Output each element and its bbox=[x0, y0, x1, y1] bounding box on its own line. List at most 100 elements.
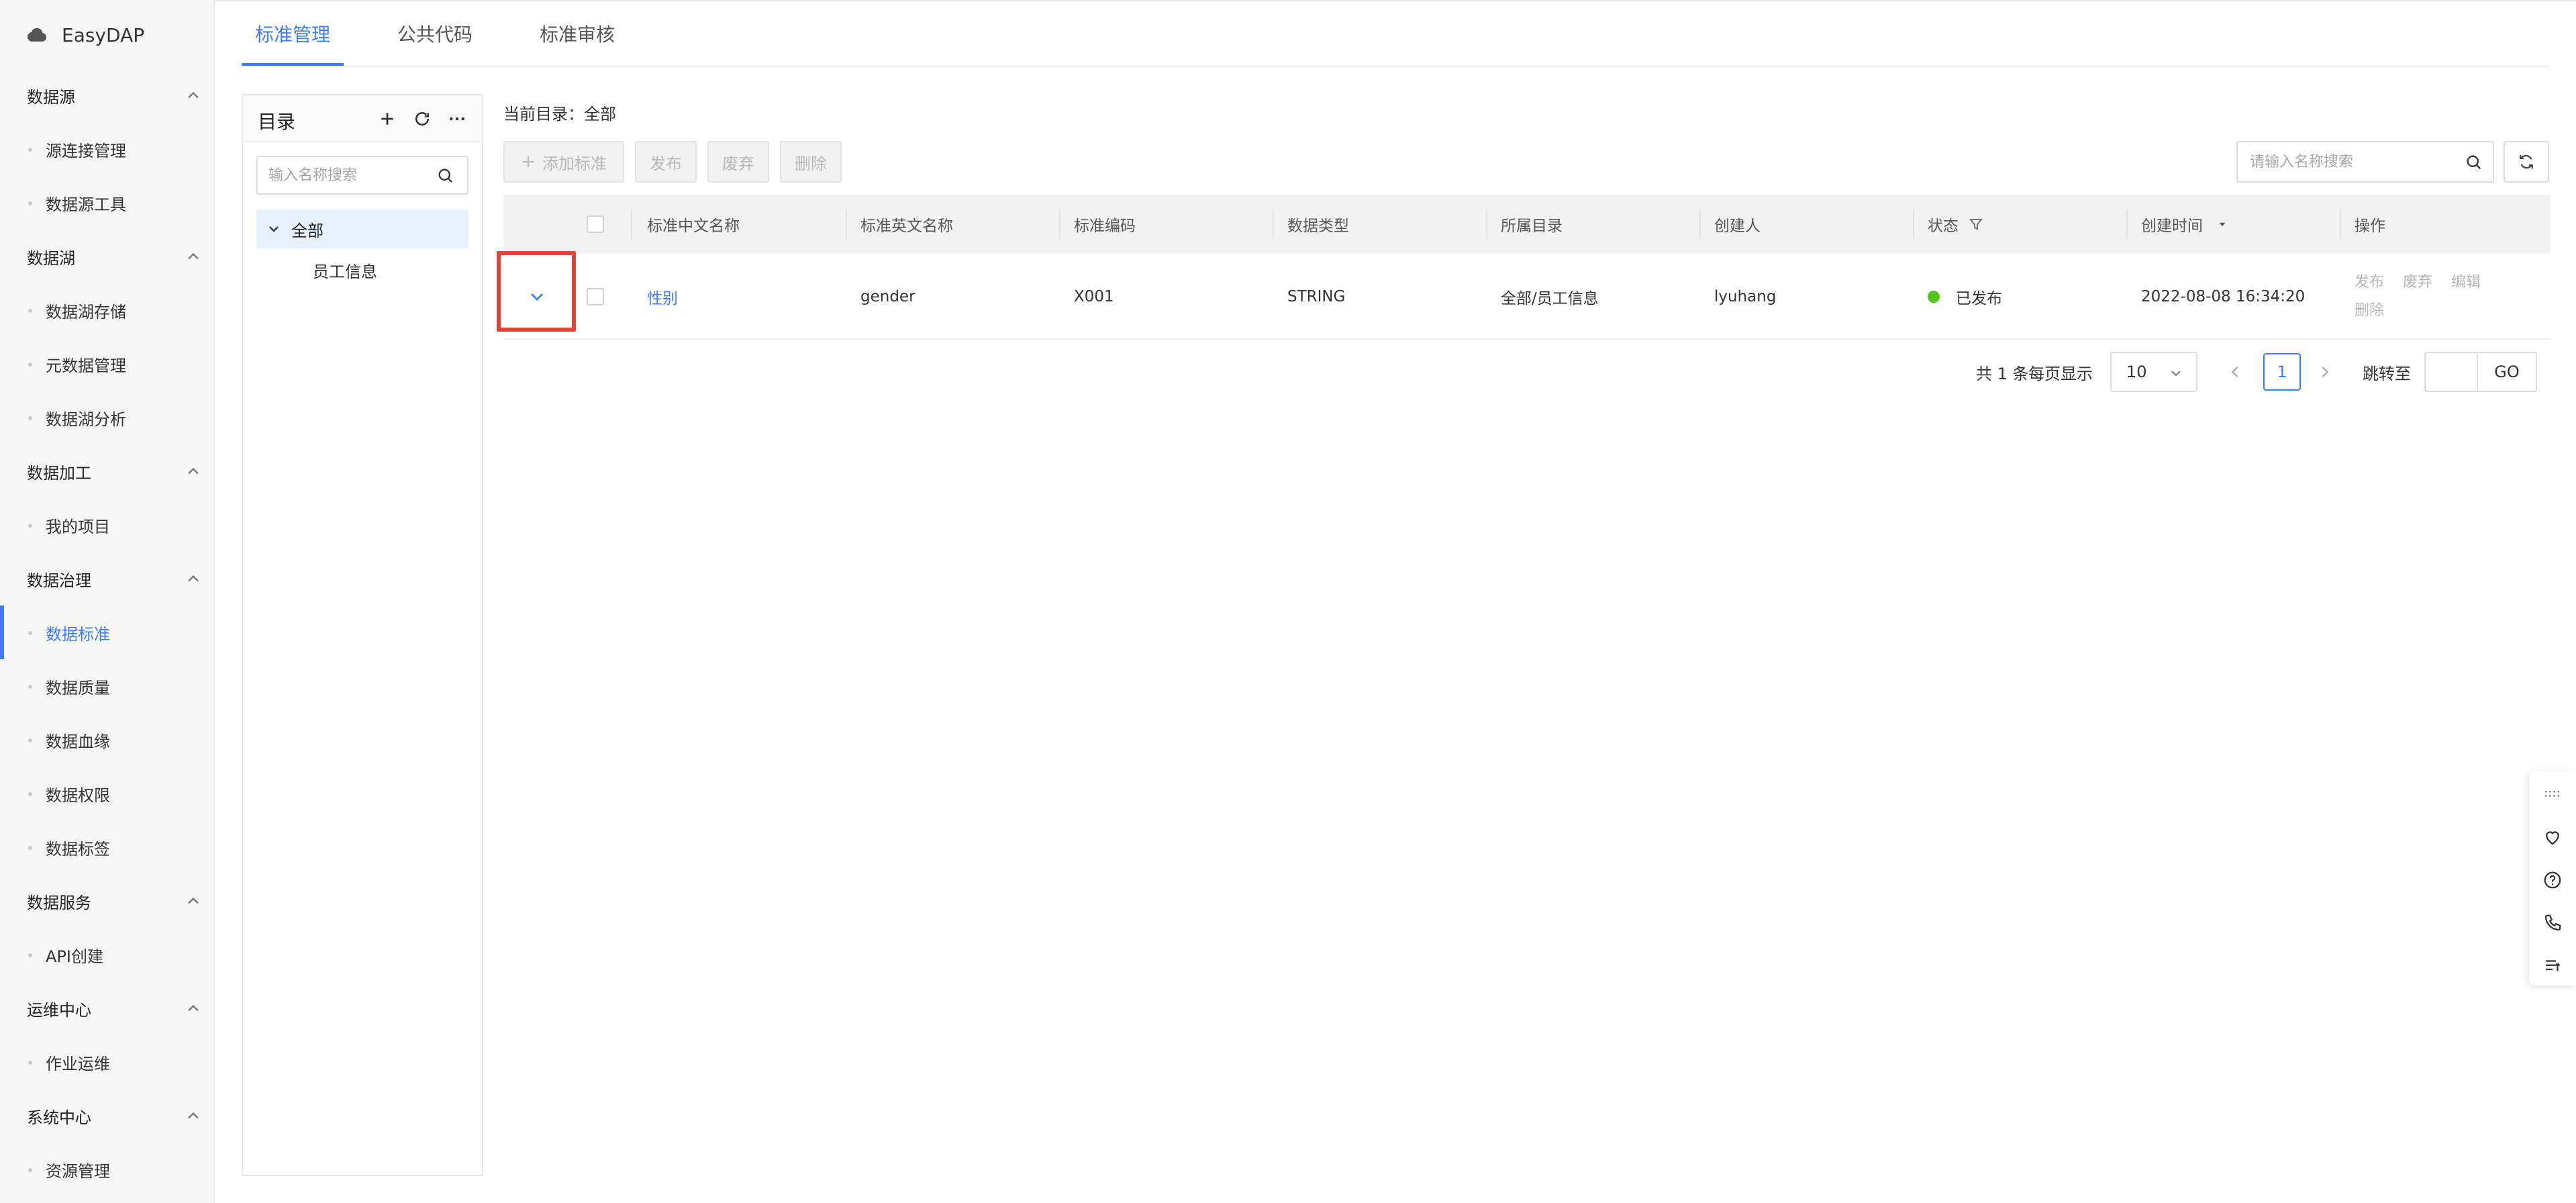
cell-en-name: gender bbox=[860, 288, 915, 305]
col-en-name: 标准英文名称 bbox=[860, 218, 953, 235]
col-created-time[interactable]: 创建时间 bbox=[2128, 195, 2228, 254]
bullet-icon bbox=[28, 309, 32, 313]
button-label: 废弃 bbox=[722, 154, 754, 173]
page-number-1[interactable]: 1 bbox=[2263, 353, 2301, 391]
directory-search-input[interactable] bbox=[268, 166, 430, 184]
table-row[interactable]: 性别 gender X001 STRING 全部/员工信息 lyuhang 已发… bbox=[503, 254, 2550, 340]
page-size-select[interactable]: 10 bbox=[2110, 352, 2197, 392]
sidebar-item-job-ops[interactable]: 作业运维 bbox=[0, 1042, 213, 1082]
sidebar-item-data-quality[interactable]: 数据质量 bbox=[0, 666, 213, 706]
table-refresh-button[interactable] bbox=[2504, 141, 2549, 183]
row-discard-action[interactable]: 废弃 bbox=[2403, 274, 2432, 291]
publish-button[interactable]: 发布 bbox=[635, 141, 697, 183]
nav-group-label: 运维中心 bbox=[27, 1000, 91, 1020]
sidebar-item-datalake-storage[interactable]: 数据湖存储 bbox=[0, 290, 213, 330]
cell-cn-name[interactable]: 性别 bbox=[634, 254, 678, 340]
sidebar-item-resource-mgmt[interactable]: 资源管理 bbox=[0, 1149, 213, 1190]
delete-button[interactable]: 删除 bbox=[780, 141, 842, 183]
nav-group-system-center[interactable]: 系统中心 bbox=[27, 1096, 203, 1136]
bullet-icon bbox=[28, 416, 32, 420]
help-icon[interactable] bbox=[2542, 870, 2563, 890]
plus-icon[interactable] bbox=[377, 109, 397, 129]
bullet-icon bbox=[28, 953, 32, 957]
tree-node-employee-info[interactable]: 员工信息 bbox=[313, 251, 377, 289]
page-size-value: 10 bbox=[2126, 363, 2147, 381]
directory-search bbox=[256, 156, 468, 195]
nav-group-ops-center[interactable]: 运维中心 bbox=[27, 988, 203, 1028]
nav-item-label: 数据湖存储 bbox=[46, 302, 126, 322]
jump-page-input[interactable] bbox=[2424, 352, 2478, 392]
app-name: EasyDAP bbox=[62, 23, 145, 46]
nav-group-label: 数据湖 bbox=[27, 248, 75, 268]
top-tabs: 标准管理 公共代码 标准审核 bbox=[242, 0, 2549, 67]
nav-group-datalake[interactable]: 数据湖 bbox=[27, 236, 203, 277]
tab-standard-review[interactable]: 标准审核 bbox=[540, 20, 615, 47]
sidebar-item-datasource-tools[interactable]: 数据源工具 bbox=[0, 183, 213, 223]
nav-group-datasource[interactable]: 数据源 bbox=[27, 75, 203, 115]
refresh-icon[interactable] bbox=[412, 109, 432, 129]
col-data-type: 数据类型 bbox=[1287, 218, 1349, 235]
row-select bbox=[587, 254, 604, 340]
heart-icon[interactable] bbox=[2542, 827, 2563, 847]
col-status: 状态 bbox=[1914, 195, 1984, 254]
refresh-icon bbox=[2520, 154, 2533, 169]
next-page-icon[interactable] bbox=[2316, 363, 2334, 381]
nav-item-label: 源连接管理 bbox=[46, 141, 126, 160]
app-logo[interactable]: EasyDAP bbox=[26, 20, 144, 50]
sidebar-item-data-standard[interactable]: 数据标准 bbox=[0, 606, 213, 659]
row-checkbox[interactable] bbox=[587, 288, 604, 305]
list-sort-icon[interactable] bbox=[2542, 956, 2563, 976]
nav-group-data-service[interactable]: 数据服务 bbox=[27, 881, 203, 921]
sidebar-item-data-permission[interactable]: 数据权限 bbox=[0, 773, 213, 814]
search-icon[interactable] bbox=[2465, 153, 2483, 172]
bullet-icon bbox=[28, 201, 32, 205]
tree-node-label: 全部 bbox=[291, 221, 324, 240]
bullet-icon bbox=[28, 792, 32, 796]
tree-node-all[interactable]: 全部 bbox=[256, 209, 468, 248]
nav-item-label: 数据标签 bbox=[46, 839, 110, 859]
more-icon[interactable] bbox=[447, 109, 467, 129]
row-delete-action[interactable]: 删除 bbox=[2355, 302, 2384, 319]
chevron-up-icon bbox=[188, 575, 199, 582]
cell-created-time: 2022-08-08 16:34:20 bbox=[2141, 288, 2306, 305]
search-icon[interactable] bbox=[436, 166, 455, 185]
sidebar-item-my-projects[interactable]: 我的项目 bbox=[0, 505, 213, 545]
prev-page-icon[interactable] bbox=[2226, 363, 2244, 381]
page-size-label: 每页显示 bbox=[2028, 364, 2093, 383]
col-directory: 所属目录 bbox=[1501, 218, 1563, 235]
cell-actions: 发布 废弃 编辑 删除 bbox=[2355, 269, 2529, 325]
sidebar: EasyDAP 数据源 源连接管理 数据源工具 数据湖 数据湖存储 元数据管理 … bbox=[0, 0, 215, 1203]
sidebar-item-datalake-analysis[interactable]: 数据湖分析 bbox=[0, 397, 213, 438]
sort-down-icon[interactable] bbox=[2216, 218, 2228, 230]
discard-button[interactable]: 废弃 bbox=[707, 141, 769, 183]
nav-group-label: 数据加工 bbox=[27, 463, 91, 483]
nav-group-governance[interactable]: 数据治理 bbox=[27, 559, 203, 599]
chevron-down-icon[interactable] bbox=[266, 221, 282, 237]
sidebar-item-source-connection[interactable]: 源连接管理 bbox=[0, 129, 213, 169]
bullet-icon bbox=[28, 1061, 32, 1065]
column-label: 创建时间 bbox=[2141, 218, 2203, 235]
sidebar-item-data-lineage[interactable]: 数据血缘 bbox=[0, 720, 213, 760]
row-publish-action[interactable]: 发布 bbox=[2355, 274, 2384, 291]
nav-item-label: 作业运维 bbox=[46, 1054, 110, 1073]
tab-standard-management[interactable]: 标准管理 bbox=[255, 20, 330, 47]
filter-icon[interactable] bbox=[1968, 216, 1984, 232]
row-edit-action[interactable]: 编辑 bbox=[2451, 274, 2481, 291]
cell-directory: 全部/员工信息 bbox=[1501, 290, 1599, 307]
main-search-input[interactable] bbox=[2250, 153, 2451, 171]
go-button[interactable]: GO bbox=[2477, 352, 2537, 392]
tab-public-code[interactable]: 公共代码 bbox=[397, 20, 473, 47]
sidebar-item-metadata[interactable]: 元数据管理 bbox=[0, 344, 213, 384]
nav-group-processing[interactable]: 数据加工 bbox=[27, 451, 203, 491]
sidebar-item-data-tags[interactable]: 数据标签 bbox=[0, 827, 213, 867]
sidebar-item-api-create[interactable]: API创建 bbox=[0, 934, 213, 975]
bullet-icon bbox=[28, 148, 32, 152]
phone-icon[interactable] bbox=[2542, 913, 2563, 933]
bullet-icon bbox=[28, 524, 32, 528]
select-all-checkbox[interactable] bbox=[587, 215, 604, 233]
drag-handle-icon[interactable] bbox=[2542, 784, 2563, 804]
add-standard-button[interactable]: + 添加标准 bbox=[503, 141, 624, 183]
cell-data-type: STRING bbox=[1287, 288, 1346, 305]
bullet-icon bbox=[28, 738, 32, 742]
floating-toolbar bbox=[2529, 771, 2576, 985]
